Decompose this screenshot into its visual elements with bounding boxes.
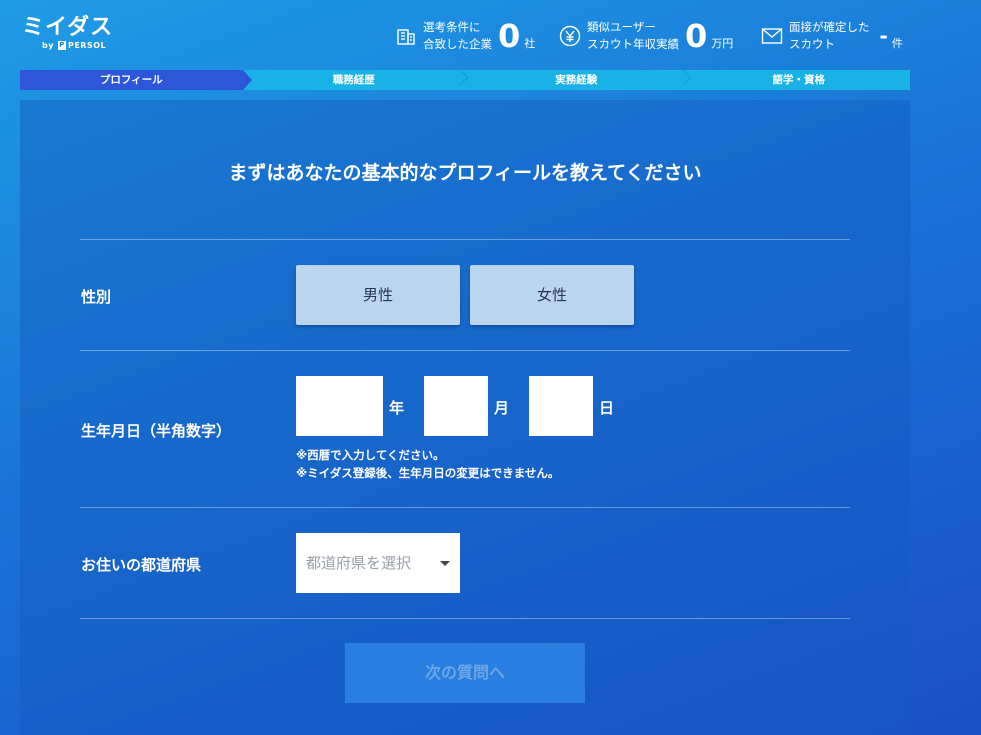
logo-by: by — [42, 41, 54, 50]
logo-brand: PERSOL — [67, 41, 107, 50]
step-work-experience: 実務経験 — [465, 70, 688, 90]
day-unit: 日 — [599, 399, 615, 417]
step-work-history: 職務経歴 — [242, 70, 465, 90]
divider — [80, 507, 850, 508]
year-unit: 年 — [389, 399, 405, 417]
stat-label: 面接が確定した スカウト — [789, 20, 870, 51]
stat-matched-companies: 選考条件に 合致した企業 0 社 — [395, 16, 535, 56]
birthdate-note-no-change: ※ミイダス登録後、生年月日の変更はできません。 — [296, 466, 560, 480]
persol-mark-icon: P — [57, 41, 66, 50]
header: ミイダス by P PERSOL 選考条件に 合致した企業 0 社 類似ユーザー… — [0, 0, 981, 70]
prefecture-select[interactable]: 都道府県を選択 — [296, 533, 460, 593]
stat-label: 類似ユーザー スカウト年収実績 — [587, 20, 679, 51]
stat-unit: 万円 — [711, 37, 734, 50]
building-icon — [395, 25, 417, 47]
gender-female-button[interactable]: 女性 — [470, 265, 634, 325]
yen-icon — [559, 25, 581, 47]
page-title: まずはあなたの基本的なプロフィールを教えてください — [228, 162, 702, 184]
stat-unit: 件 — [891, 37, 903, 50]
step-profile: プロフィール — [20, 70, 251, 90]
stat-value: 0 — [498, 17, 521, 55]
progress-steps: プロフィール 職務経歴 実務経験 語学・資格 — [20, 70, 910, 90]
month-unit: 月 — [494, 399, 510, 417]
next-question-button[interactable]: 次の質問へ — [345, 643, 585, 703]
divider — [80, 239, 850, 240]
logo-sub: by P PERSOL — [42, 41, 142, 50]
divider — [80, 618, 850, 619]
birth-year-input[interactable] — [296, 376, 383, 436]
gender-label: 性別 — [81, 288, 112, 306]
caret-down-icon — [440, 561, 450, 566]
gender-male-button[interactable]: 男性 — [296, 265, 460, 325]
logo-text: ミイダス — [22, 15, 114, 40]
stat-unit: 社 — [524, 37, 536, 50]
birthdate-note-western-year: ※西暦で入力してください。 — [296, 448, 445, 462]
stat-value: - — [879, 24, 888, 48]
prefecture-placeholder: 都道府県を選択 — [306, 554, 412, 572]
divider — [80, 350, 850, 351]
mail-icon — [761, 25, 783, 47]
birth-month-input[interactable] — [424, 376, 488, 436]
step-language-qualifications: 語学・資格 — [687, 70, 910, 90]
logo[interactable]: ミイダス by P PERSOL — [22, 16, 142, 56]
birthdate-label: 生年月日（半角数字） — [81, 422, 232, 440]
stat-label: 選考条件に 合致した企業 — [423, 20, 492, 51]
birth-day-input[interactable] — [529, 376, 593, 436]
stat-confirmed-interviews: 面接が確定した スカウト - 件 — [761, 16, 903, 56]
stat-value: 0 — [685, 17, 708, 55]
prefecture-label: お住いの都道府県 — [81, 556, 202, 574]
stat-salary: 類似ユーザー スカウト年収実績 0 万円 — [559, 16, 733, 56]
